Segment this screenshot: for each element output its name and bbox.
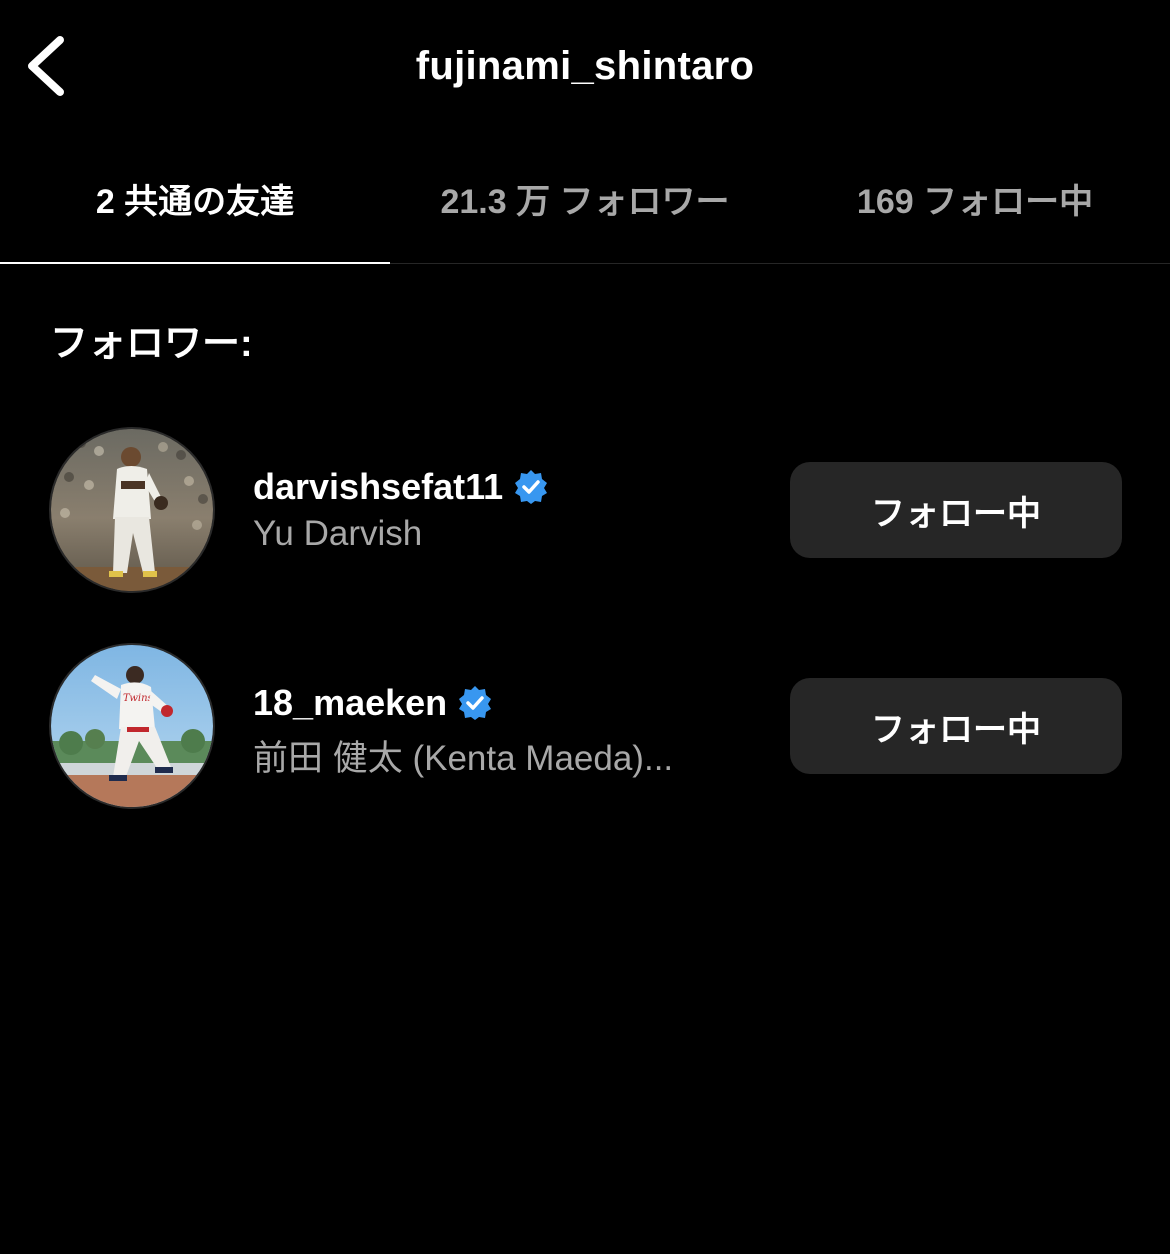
following-button[interactable]: フォロー中 <box>790 678 1122 774</box>
page-title: fujinami_shintaro <box>415 44 755 88</box>
list-item: Twins 18_maeken 前田 健太 (Kenta Maeda)... フ… <box>0 643 1170 813</box>
svg-text:Twins: Twins <box>123 693 153 704</box>
tab-mutual-friends[interactable]: 2 共通の友達 <box>0 150 390 264</box>
user-info[interactable]: darvishsefat11 Yu Darvish <box>253 463 773 554</box>
full-name: Yu Darvish <box>253 514 423 553</box>
avatar[interactable] <box>49 427 215 593</box>
avatar[interactable]: Twins <box>49 643 215 809</box>
list-item: darvishsefat11 Yu Darvish フォロー中 <box>0 427 1170 597</box>
user-info[interactable]: 18_maeken 前田 健太 (Kenta Maeda)... <box>253 679 773 781</box>
verified-badge-icon <box>457 685 493 721</box>
tab-bar: 2 共通の友達 21.3 万 フォロワー 169 フォロー中 <box>0 150 1170 264</box>
username: 18_maeken <box>253 682 448 723</box>
tab-followers[interactable]: 21.3 万 フォロワー <box>390 150 780 263</box>
tab-following[interactable]: 169 フォロー中 <box>780 150 1170 263</box>
full-name: 前田 健太 (Kenta Maeda)... <box>253 739 674 778</box>
top-bar: fujinami_shintaro <box>0 0 1170 140</box>
following-button[interactable]: フォロー中 <box>790 462 1122 558</box>
verified-badge-icon <box>513 469 549 505</box>
username: darvishsefat11 <box>253 466 504 507</box>
section-label: フォロワー: <box>50 323 253 365</box>
